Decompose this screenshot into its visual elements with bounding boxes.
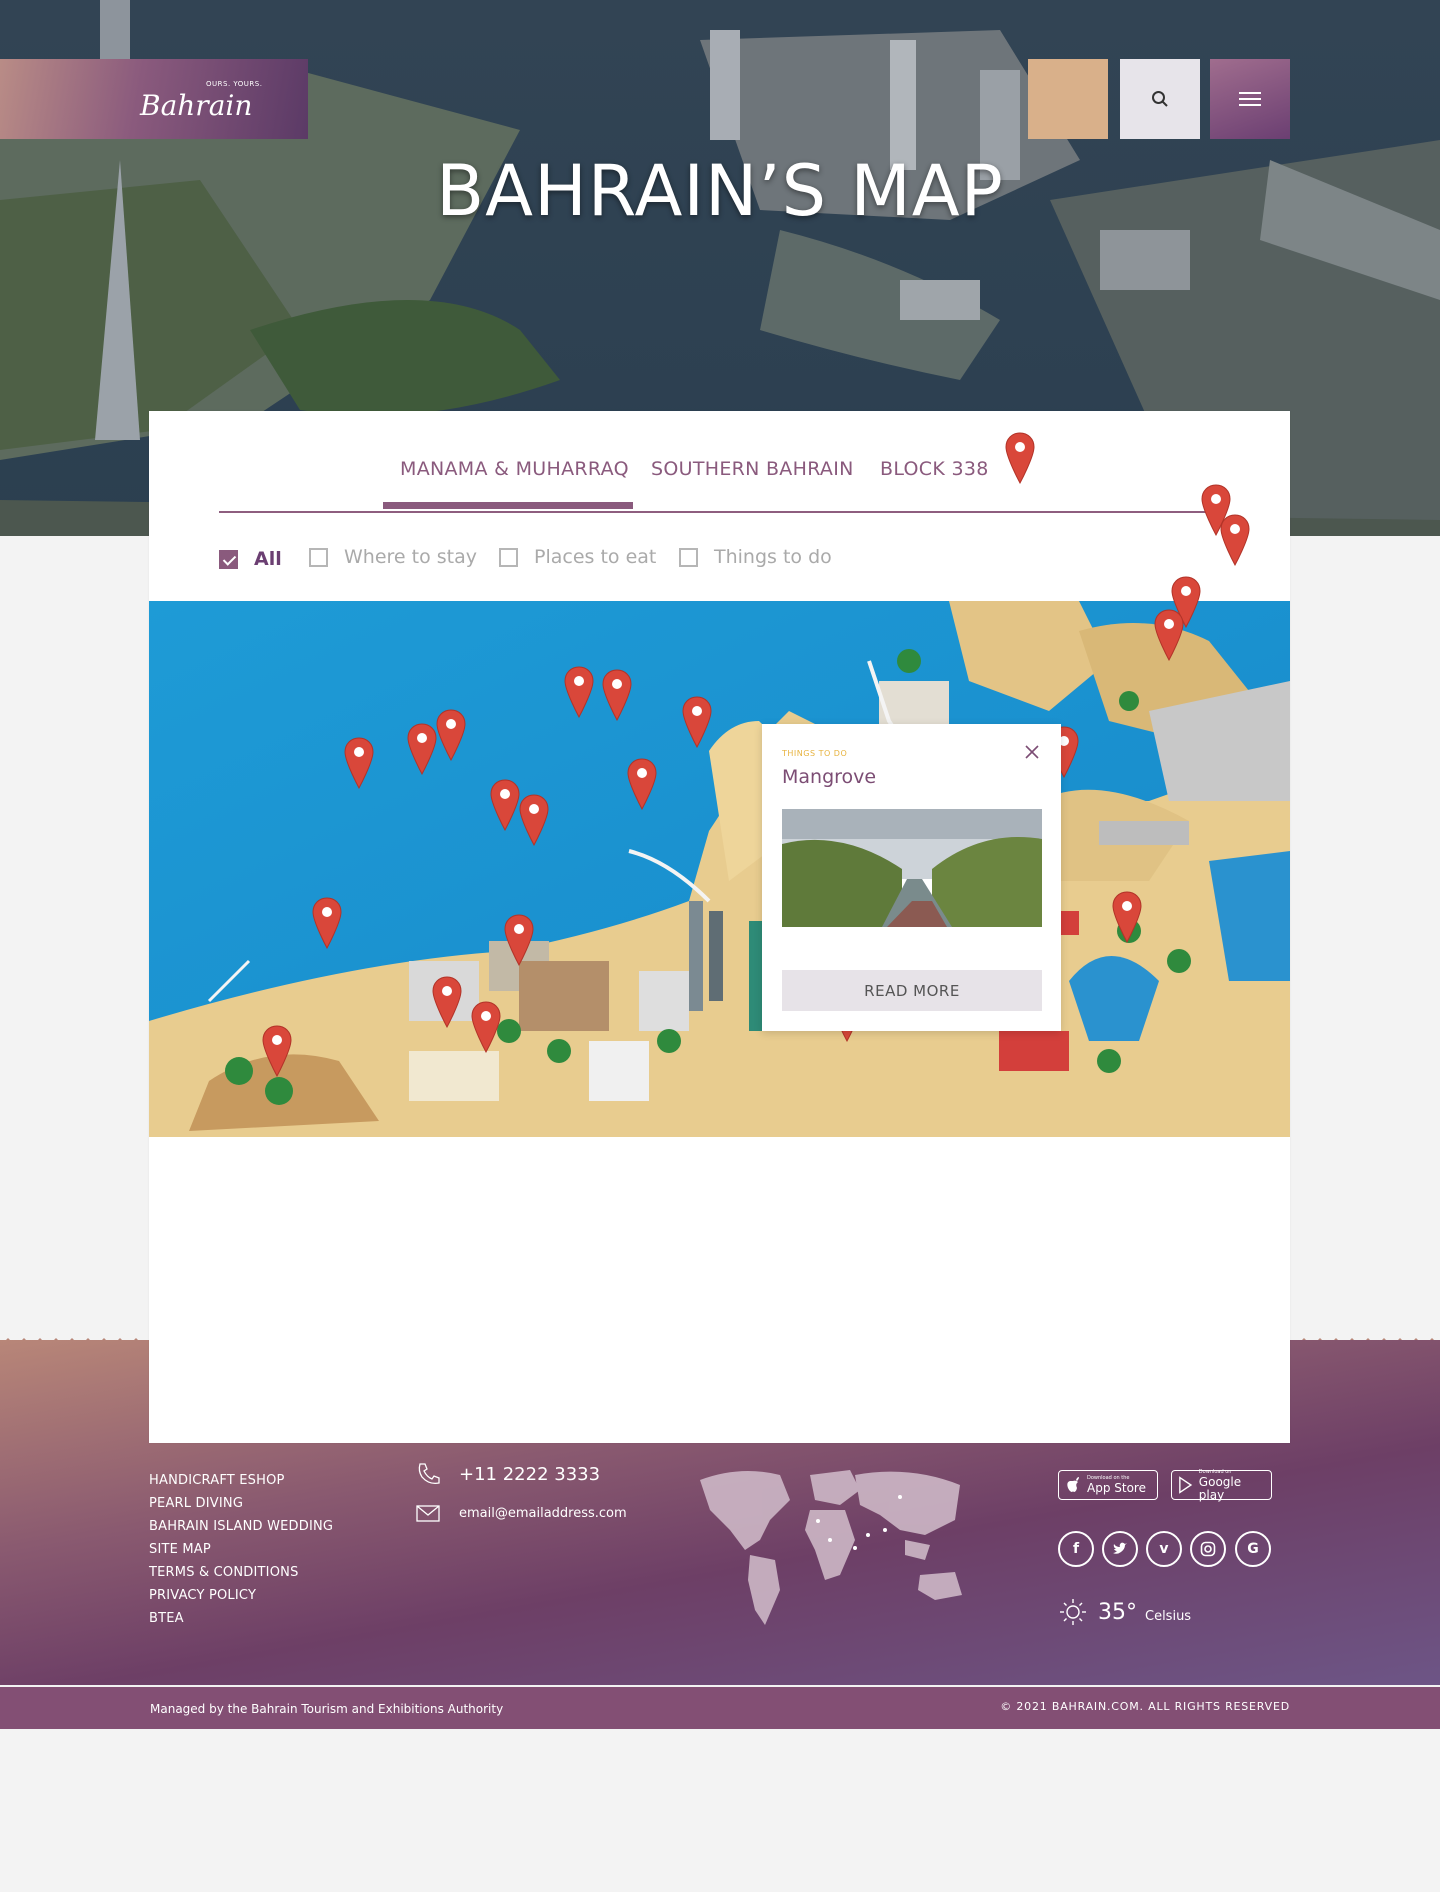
- instagram-glyph-icon: [1200, 1541, 1216, 1557]
- footer-link-terms[interactable]: TERMS & CONDITIONS: [149, 1565, 333, 1580]
- tab-block-338[interactable]: BLOCK 338: [880, 458, 989, 480]
- footer-link-privacy[interactable]: PRIVACY POLICY: [149, 1588, 333, 1603]
- app-store-badge[interactable]: Download on the App Store: [1058, 1470, 1158, 1500]
- copyright-text: © 2021 BAHRAIN.COM. ALL RIGHTS RESERVED: [1000, 1700, 1290, 1713]
- close-icon[interactable]: [1024, 744, 1040, 760]
- region-tabs: MANAMA & MUHARRAQ SOUTHERN BAHRAIN BLOCK…: [219, 411, 1225, 513]
- tab-manama-muharraq[interactable]: MANAMA & MUHARRAQ: [400, 458, 629, 480]
- map-illustration: [149, 601, 1290, 1137]
- filter-places-to-eat[interactable]: Places to eat: [499, 546, 656, 568]
- checkbox-where-to-stay[interactable]: [309, 547, 328, 567]
- filter-all[interactable]: All: [219, 548, 282, 570]
- language-button[interactable]: [1028, 59, 1108, 139]
- filter-where-to-stay-label: Where to stay: [344, 546, 477, 568]
- managed-by-text: Managed by the Bahrain Tourism and Exhib…: [150, 1702, 504, 1716]
- email-address: email@emailaddress.com: [459, 1505, 627, 1521]
- menu-button[interactable]: [1210, 59, 1290, 139]
- map-card: MANAMA & MUHARRAQ SOUTHERN BAHRAIN BLOCK…: [149, 411, 1290, 1443]
- footer-link-btea[interactable]: BTEA: [149, 1611, 333, 1626]
- filter-where-to-stay[interactable]: Where to stay: [309, 546, 477, 568]
- google-icon[interactable]: G: [1235, 1531, 1271, 1567]
- read-more-button[interactable]: READ MORE: [782, 970, 1042, 1011]
- filter-things-to-do-label: Things to do: [714, 546, 832, 568]
- app-store-label: App Store: [1087, 1481, 1146, 1495]
- filter-things-to-do[interactable]: Things to do: [679, 546, 832, 568]
- logo-tagline: OURS. YOURS.: [206, 80, 263, 88]
- checkbox-all[interactable]: [219, 549, 238, 569]
- footer-link-pearl-diving[interactable]: PEARL DIVING: [149, 1496, 333, 1511]
- facebook-icon[interactable]: f: [1058, 1531, 1094, 1567]
- footer-link-site-map[interactable]: SITE MAP: [149, 1542, 333, 1557]
- search-button[interactable]: [1120, 59, 1200, 139]
- illustrated-map[interactable]: [149, 601, 1290, 1137]
- vimeo-icon[interactable]: v: [1146, 1531, 1182, 1567]
- popup-photo: [782, 809, 1042, 927]
- footer-link-handicraft-eshop[interactable]: HANDICRAFT ESHOP: [149, 1473, 333, 1488]
- play-icon: [1179, 1476, 1193, 1494]
- location-popup: THINGS TO DO Mangrove READ MORE: [762, 724, 1061, 1031]
- search-icon: [1152, 91, 1168, 107]
- page-title: BAHRAIN’S MAP: [436, 150, 1004, 232]
- sun-icon: [1060, 1599, 1086, 1625]
- footer-link-island-wedding[interactable]: BAHRAIN ISLAND WEDDING: [149, 1519, 333, 1534]
- checkbox-places-to-eat[interactable]: [499, 547, 518, 567]
- google-play-label: Google play: [1198, 1474, 1242, 1502]
- temperature-unit: Celsius: [1145, 1608, 1192, 1624]
- map-pin-icon[interactable]: [1220, 514, 1250, 567]
- instagram-icon[interactable]: [1190, 1531, 1226, 1567]
- filter-places-to-eat-label: Places to eat: [534, 546, 657, 568]
- phone-number: +11 2222 3333: [459, 1463, 601, 1485]
- weather-widget: 35° Celsius: [1058, 1597, 1191, 1627]
- footer-links: HANDICRAFT ESHOP PEARL DIVING BAHRAIN IS…: [149, 1473, 333, 1634]
- apple-icon: [1067, 1477, 1079, 1492]
- contact-phone[interactable]: +11 2222 3333: [415, 1461, 627, 1487]
- temperature: 35°: [1098, 1599, 1137, 1625]
- popup-category: THINGS TO DO: [782, 749, 848, 758]
- mail-icon: [416, 1505, 440, 1522]
- popup-title: Mangrove: [782, 766, 877, 788]
- bottom-bar: Managed by the Bahrain Tourism and Exhib…: [0, 1687, 1440, 1729]
- google-play-badge[interactable]: Download on Google play: [1171, 1469, 1272, 1502]
- logo[interactable]: OURS. YOURS. Bahrain: [0, 59, 308, 139]
- filter-all-label: All: [254, 548, 282, 570]
- twitter-icon[interactable]: [1102, 1531, 1138, 1567]
- logo-wordmark: Bahrain: [140, 89, 253, 122]
- twitter-bird-icon: [1113, 1542, 1127, 1554]
- world-map-graphic: [700, 1470, 962, 1625]
- checkbox-things-to-do[interactable]: [679, 547, 698, 567]
- hamburger-menu-icon: [1239, 92, 1261, 106]
- phone-icon: [418, 1463, 440, 1485]
- footer-contact: +11 2222 3333 email@emailaddress.com: [415, 1461, 627, 1539]
- contact-email[interactable]: email@emailaddress.com: [415, 1500, 627, 1526]
- tab-southern-bahrain[interactable]: SOUTHERN BAHRAIN: [651, 458, 854, 480]
- active-tab-indicator: [383, 502, 633, 509]
